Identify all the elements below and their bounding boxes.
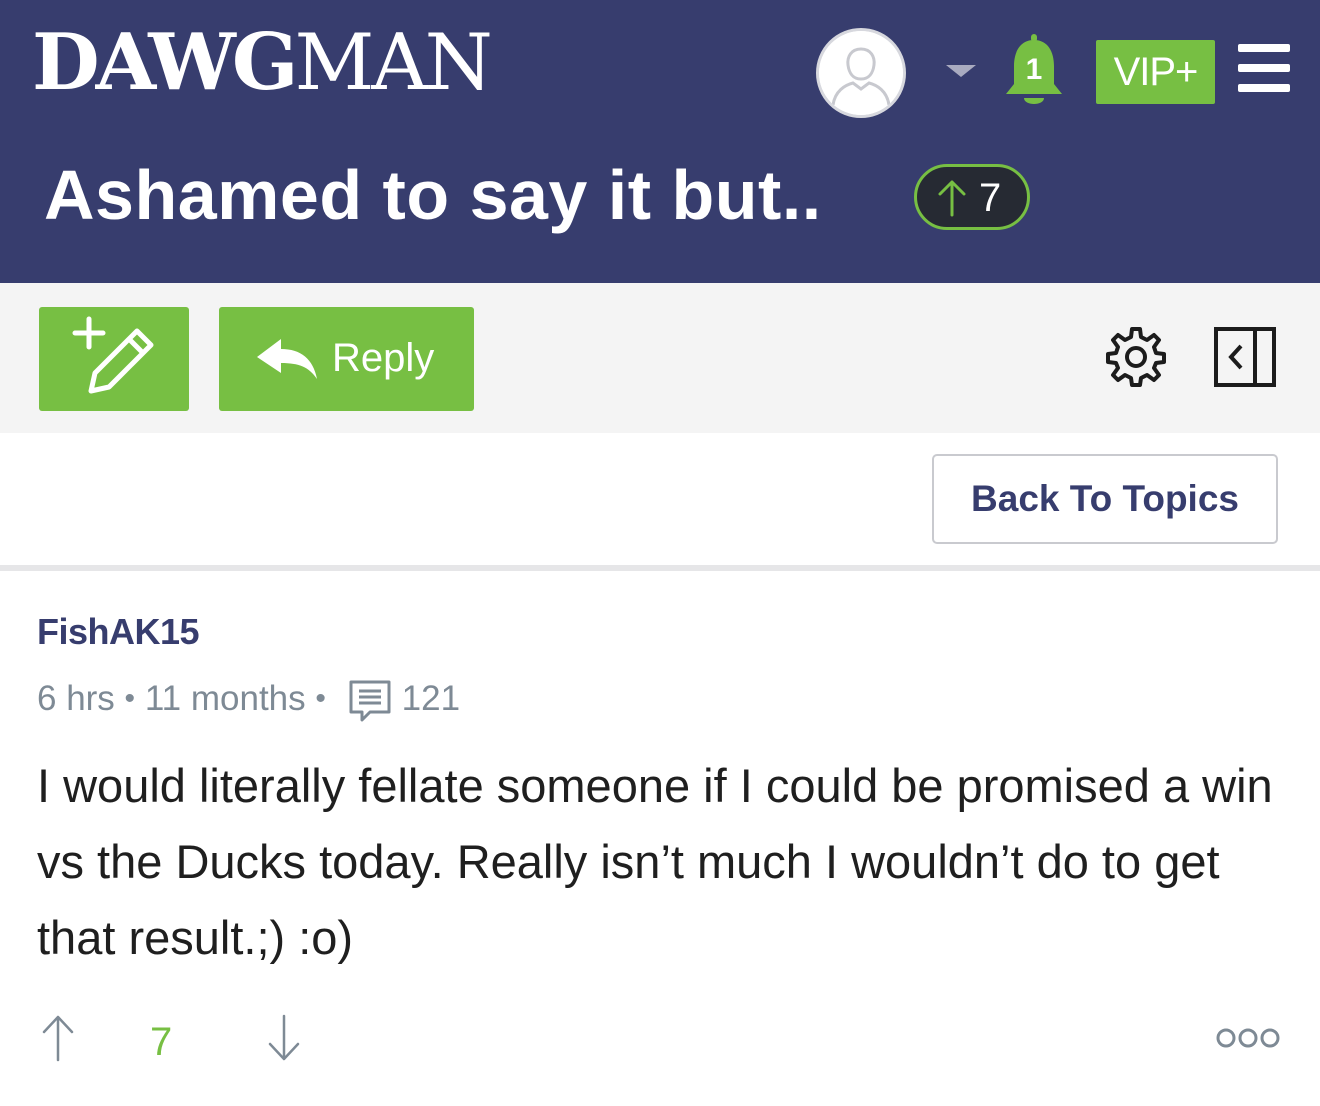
post-meta: 6 hrs • 11 months • 121 [37,674,460,724]
reply-button-label: Reply [332,336,435,380]
meta-separator: • [124,682,136,715]
post-time: 6 hrs [37,679,115,718]
divider [0,565,1320,571]
back-to-topics-button[interactable]: Back To Topics [932,454,1278,544]
reply-arrow-icon [257,339,317,379]
meta-separator: • [315,682,326,715]
collapse-panel-icon[interactable] [1213,326,1277,388]
topic-nav-row: Back To Topics [0,433,1320,565]
notification-count: 1 [1025,53,1043,86]
vip-button[interactable]: VIP+ [1096,40,1215,104]
thread-vote-count: 7 [979,176,1002,220]
thread-vote-badge: 7 [914,164,1030,230]
reply-button[interactable]: Reply [219,307,474,411]
hamburger-menu-icon[interactable] [1238,44,1290,92]
post-count-icon [348,674,394,724]
downvote-icon[interactable] [266,1014,302,1062]
caret-down-icon[interactable] [946,65,976,77]
post-username[interactable]: FishAK15 [37,608,200,656]
site-header: DAWGMAN 1 VIP+ Ashamed to say it but.. 7 [0,0,1320,283]
user-avatar-icon[interactable] [816,28,906,118]
post-count: 121 [401,679,461,718]
page-title: Ashamed to say it but.. [44,156,822,234]
new-post-button[interactable] [39,307,189,411]
thread-toolbar: Reply [0,283,1320,433]
more-options-icon[interactable] [1216,1026,1280,1050]
logo-thin-text: MAN [294,18,492,108]
logo-bold-text: DAWG [32,17,298,108]
upvote-icon[interactable] [40,1014,76,1062]
post-score: 7 [150,1020,173,1064]
member-duration: 11 months [144,679,306,718]
arrow-up-icon [938,180,966,217]
post-body: I would literally fellate someone if I c… [37,759,1273,964]
new-post-pencil-icon [72,316,154,394]
gear-icon[interactable] [1104,325,1168,389]
site-logo[interactable]: DAWGMAN [32,17,493,109]
